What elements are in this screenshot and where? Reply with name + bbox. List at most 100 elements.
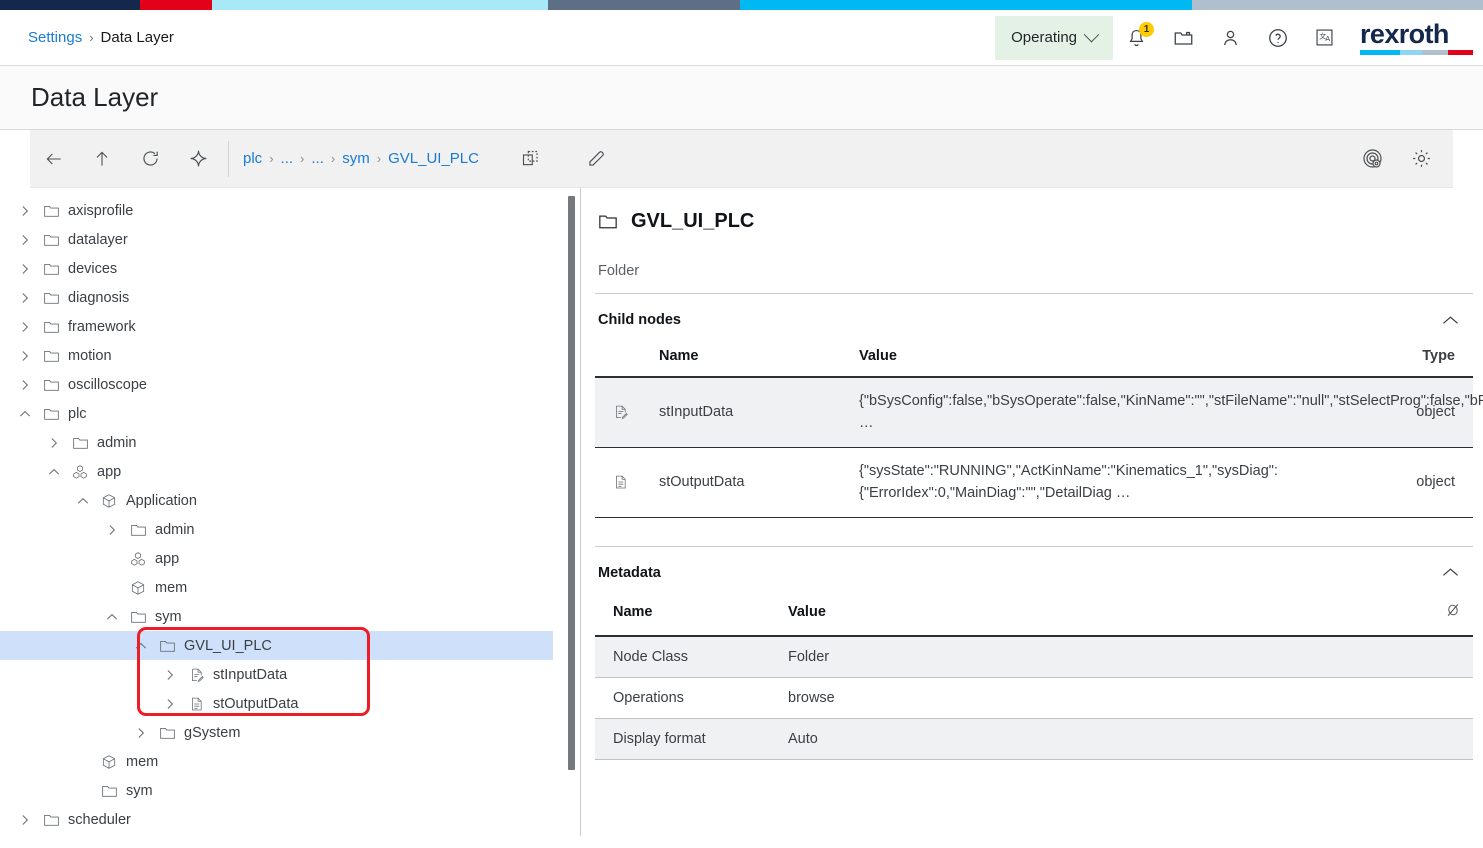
chevron-up-icon[interactable] [19,408,31,420]
operating-mode-dropdown[interactable]: Operating [995,15,1113,60]
refresh-button[interactable] [126,130,174,188]
record-target-button[interactable] [1349,130,1397,188]
tree-node-mem[interactable]: mem [0,573,553,602]
tree-node-toggle[interactable] [12,292,38,304]
chevron-right-icon[interactable] [19,350,31,362]
tree-node-toggle[interactable] [12,321,38,333]
tree-node-gvl_ui_plc[interactable]: GVL_UI_PLC [0,631,553,660]
tree-node-toggle[interactable] [12,408,38,420]
tree-node-axisprofile[interactable]: axisprofile [0,196,553,225]
chevron-right-icon[interactable] [19,814,31,826]
path-segment-4[interactable]: GVL_UI_PLC [388,150,479,167]
toggle-hidden-metadata-button[interactable] [1211,596,1473,637]
path-segment-3[interactable]: sym [342,150,370,167]
chevron-right-icon[interactable] [19,292,31,304]
collapse-child-nodes-button[interactable] [1442,315,1459,326]
path-segment-0[interactable]: plc [243,150,262,167]
tree-node-devices[interactable]: devices [0,254,553,283]
tree-node-sym[interactable]: sym [0,776,553,805]
up-button[interactable] [78,130,126,188]
settings-button[interactable] [1397,130,1445,188]
tree-node-application[interactable]: Application [0,486,553,515]
tree-node-toggle[interactable] [12,350,38,362]
projects-button[interactable] [1160,10,1207,66]
tree-node-diagnosis[interactable]: diagnosis [0,283,553,312]
tree-node-toggle[interactable] [99,611,125,623]
tree-scrollbar[interactable] [553,188,581,836]
tree-node-toggle[interactable] [12,234,38,246]
path-segment-1[interactable]: ... [281,150,294,167]
chevron-right-icon[interactable] [19,321,31,333]
tree-node-toggle[interactable] [157,669,183,681]
tree-node-sym[interactable]: sym [0,602,553,631]
tree-node-toggle[interactable] [12,205,38,217]
tree-node-label: stOutputData [213,695,299,712]
tree-node-label: sym [155,608,182,625]
breadcrumb-settings-link[interactable]: Settings [28,29,82,46]
tree-node-gsystem[interactable]: gSystem [0,718,553,747]
table-row[interactable]: stInputData {"bSysConfig":false,"bSysOper… [595,377,1483,448]
tree-node-toggle[interactable] [12,263,38,275]
rexroth-logo: rexroth [1360,20,1473,55]
folder-icon [43,379,59,391]
back-button[interactable] [30,130,78,188]
tree-node-plc[interactable]: plc [0,399,553,428]
child-nodes-title: Child nodes [598,312,681,328]
chevron-right-icon[interactable] [19,379,31,391]
tree-node-motion[interactable]: motion [0,341,553,370]
chevron-right-icon[interactable] [19,205,31,217]
tree-node-label: app [97,463,122,480]
tree-node-app[interactable]: app [0,457,553,486]
tree-node-toggle[interactable] [41,437,67,449]
chevron-right-icon[interactable] [106,524,118,536]
tree-node-toggle[interactable] [12,379,38,391]
tree-node-app[interactable]: app [0,544,553,573]
tree-node-toggle[interactable] [128,640,154,652]
folder-icon [599,215,617,229]
chevron-up-icon[interactable] [77,495,89,507]
tree-node-label: app [155,550,180,567]
tree-node-admin[interactable]: admin [0,428,553,457]
tree-node-toggle[interactable] [70,495,96,507]
tree-node-scheduler[interactable]: scheduler [0,805,553,834]
child-nodes-section-header: Child nodes [595,294,1473,344]
chevron-up-icon[interactable] [135,640,147,652]
tree-node-icon [96,784,122,798]
child-row-type: object [1399,447,1473,518]
tree-node-mem[interactable]: mem [0,747,553,776]
path-segment-2[interactable]: ... [311,150,324,167]
child-value-col: Value [851,344,1399,378]
tree-node-toggle[interactable] [128,727,154,739]
tree-node-framework[interactable]: framework [0,312,553,341]
tree-node-datalayer[interactable]: datalayer [0,225,553,254]
tree-node-toggle[interactable] [12,814,38,826]
folder-icon [43,350,59,362]
tree-node-toggle[interactable] [157,698,183,710]
chevron-right-icon[interactable] [48,437,60,449]
help-button[interactable] [1254,10,1301,66]
notifications-button[interactable]: 1 [1113,10,1160,66]
tree-node-admin[interactable]: admin [0,515,553,544]
tree-node-stoutputdata[interactable]: stOutputData [0,689,553,718]
tree-scrollbar-thumb[interactable] [568,196,575,770]
tree-node-stinputdata[interactable]: stInputData [0,660,553,689]
chevron-right-icon[interactable] [164,698,176,710]
chevron-right-icon[interactable] [164,669,176,681]
node-detail-panel: GVL_UI_PLC Folder Child nodes Name Value [581,188,1483,836]
user-account-button[interactable] [1207,10,1254,66]
chevron-right-icon[interactable] [135,727,147,739]
chevron-right-icon[interactable] [19,263,31,275]
color-strip-segment-2 [212,0,548,10]
auto-detect-button[interactable] [174,130,222,188]
language-button[interactable]: 文 A [1301,10,1348,66]
chevron-up-icon[interactable] [106,611,118,623]
table-row[interactable]: stOutputData {"sysState":"RUNNING","ActKi… [595,447,1473,518]
edit-path-button[interactable] [573,130,621,188]
copy-path-button[interactable] [507,130,555,188]
tree-node-toggle[interactable] [99,524,125,536]
chevron-right-icon[interactable] [19,234,31,246]
collapse-metadata-button[interactable] [1442,567,1459,578]
tree-node-oscilloscope[interactable]: oscilloscope [0,370,553,399]
chevron-up-icon[interactable] [48,466,60,478]
tree-node-toggle[interactable] [41,466,67,478]
